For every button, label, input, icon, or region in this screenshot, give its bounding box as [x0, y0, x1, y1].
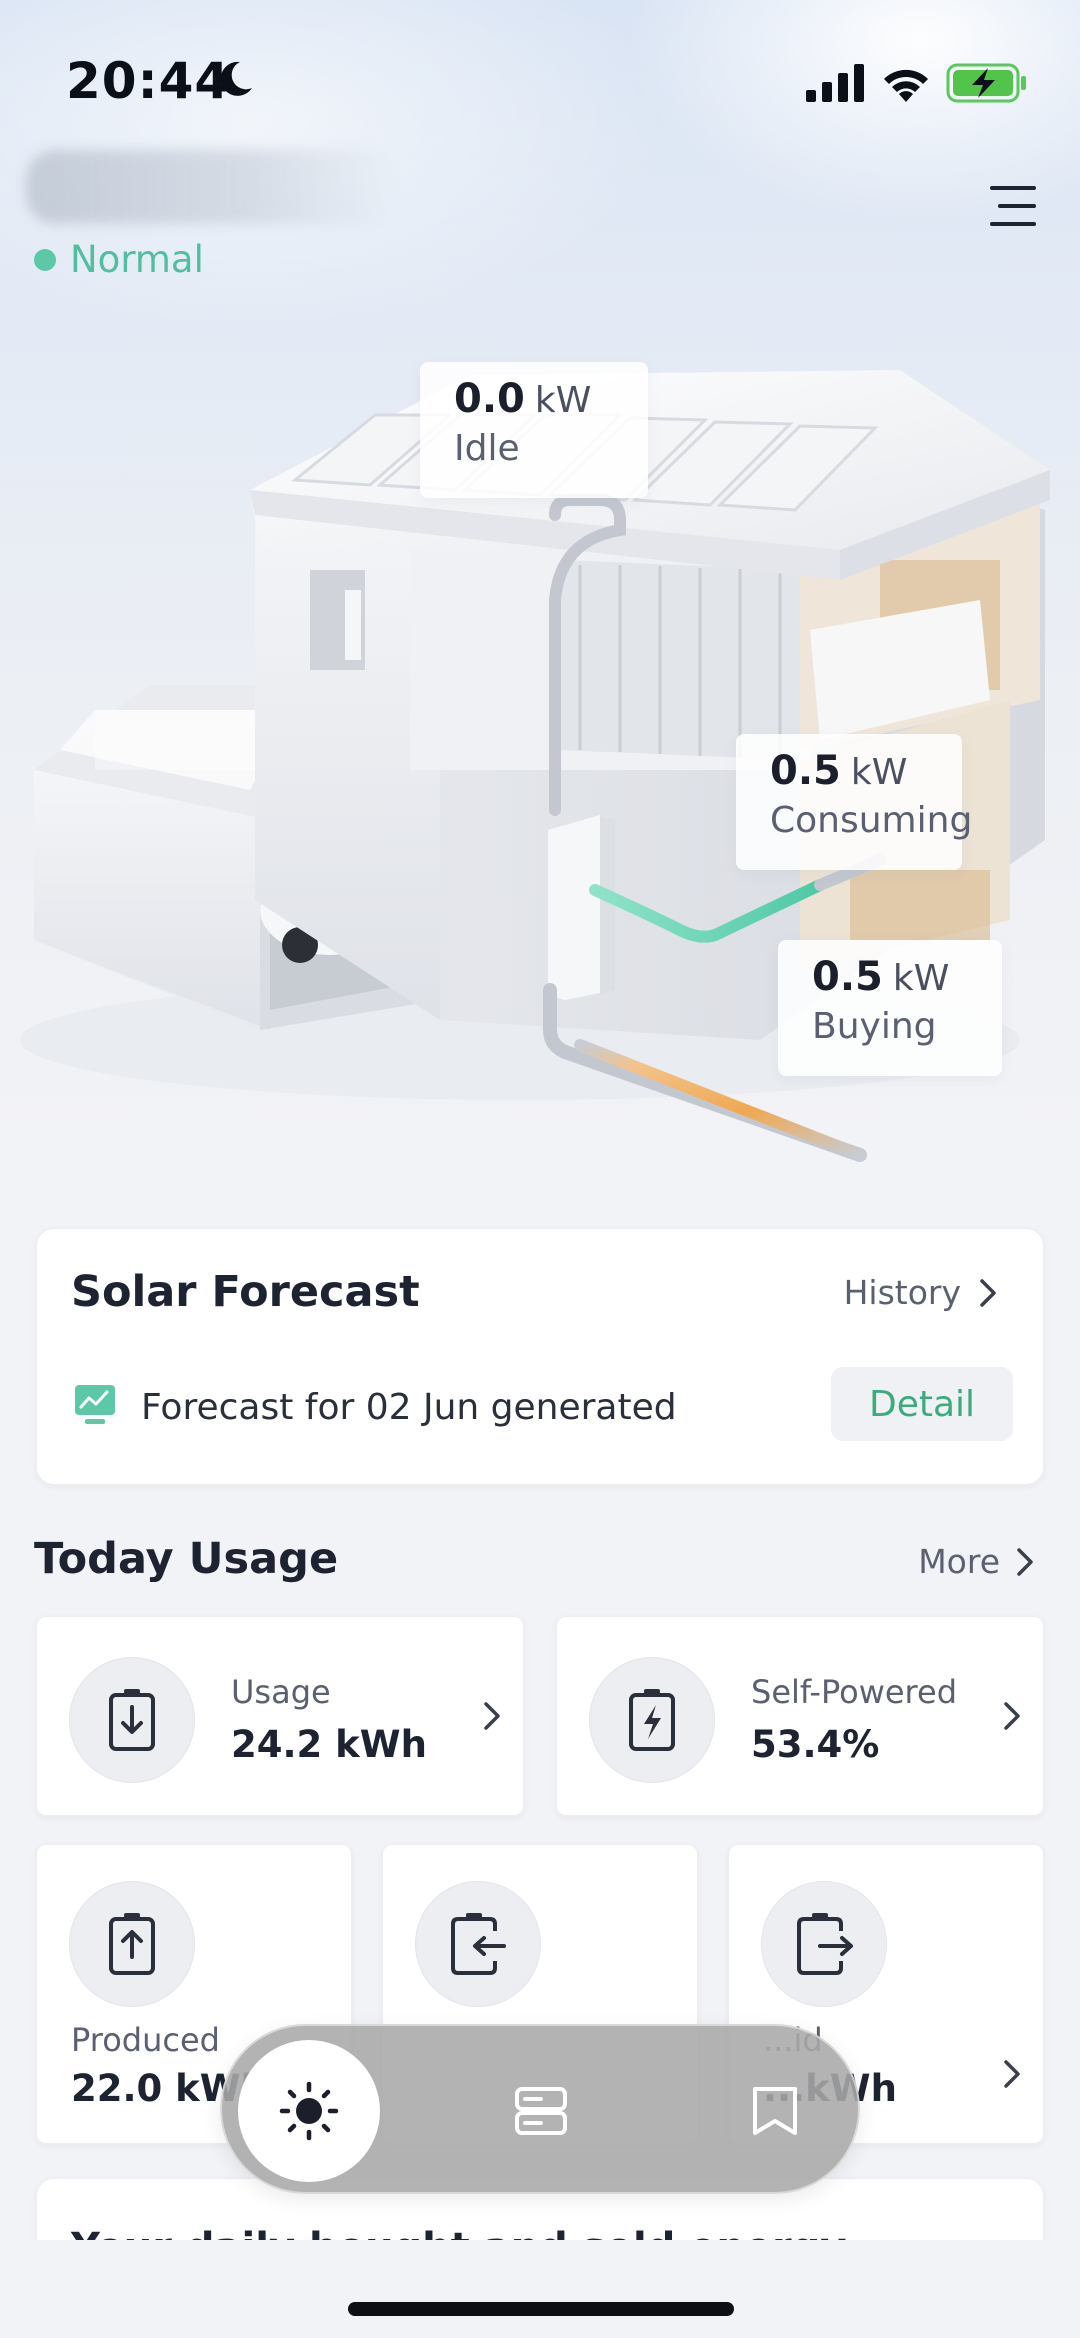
solar-state: Idle [454, 428, 520, 469]
moon-icon [220, 61, 252, 96]
history-link[interactable]: History [844, 1273, 997, 1312]
self-powered-card[interactable]: Self-Powered 53.4% [556, 1616, 1044, 1816]
detail-button[interactable]: Detail [831, 1367, 1013, 1441]
history-label: History [843, 1273, 961, 1312]
home-indicator[interactable] [348, 2302, 734, 2316]
battery-download-icon [69, 1657, 195, 1783]
home-power-unit: kW [850, 752, 908, 793]
bottom-safe-area [0, 2240, 1080, 2338]
grid-power-unit: kW [892, 958, 950, 999]
grid-state: Buying [812, 1006, 937, 1047]
today-usage-title: Today Usage [34, 1534, 339, 1584]
grid-power-value: 0.5 [812, 954, 883, 1000]
nav-guide[interactable] [728, 2064, 822, 2158]
battery-bolt-icon [589, 1657, 715, 1783]
chevron-right-icon [1004, 2060, 1020, 2088]
home-state: Consuming [770, 800, 973, 841]
nav-devices[interactable] [494, 2064, 588, 2158]
chevron-right-icon [484, 1702, 500, 1730]
status-text: Normal [70, 238, 204, 281]
solar-forecast-card: Solar Forecast History Forecast for 02 J… [36, 1228, 1044, 1485]
chevron-right-icon [980, 1278, 996, 1307]
solar-power-unit: kW [534, 380, 592, 421]
produced-label: Produced [71, 2021, 220, 2059]
chevron-right-icon [1004, 1702, 1020, 1730]
usage-card[interactable]: Usage 24.2 kWh [36, 1616, 524, 1816]
grid-flow-label[interactable]: 0.5 kW Buying [778, 940, 1002, 1076]
signal-icon [806, 64, 864, 102]
solar-flow-label[interactable]: 0.0 kW Idle [420, 362, 648, 498]
bottom-navigation [220, 2024, 860, 2194]
site-name-blurred[interactable] [26, 150, 396, 224]
battery-charging-icon [946, 63, 1026, 103]
battery-upload-icon [69, 1881, 195, 2007]
devices-icon [515, 2087, 567, 2135]
battery-import-icon [415, 1881, 541, 2007]
chevron-right-icon [1017, 1547, 1033, 1576]
system-status: Normal [34, 238, 204, 281]
nav-home-sun[interactable] [238, 2040, 380, 2182]
solar-power-value: 0.0 [454, 376, 525, 422]
more-link[interactable]: More [918, 1542, 1034, 1581]
more-label: More [918, 1542, 1000, 1581]
status-time: 20:44 [66, 52, 231, 110]
sun-icon [279, 2081, 339, 2141]
home-flow-label[interactable]: 0.5 kW Consuming [736, 734, 973, 870]
battery-export-icon [761, 1881, 887, 2007]
status-bar: 20:44 [0, 0, 1080, 170]
solar-forecast-title: Solar Forecast [71, 1267, 420, 1317]
self-powered-value: 53.4% [751, 1723, 880, 1766]
status-dot [34, 248, 56, 271]
book-icon [753, 2087, 797, 2135]
forecast-message: Forecast for 02 Jun generated [141, 1387, 677, 1428]
self-powered-label: Self-Powered [751, 1673, 957, 1711]
usage-label: Usage [231, 1673, 331, 1711]
wifi-icon [884, 69, 928, 102]
hamburger-menu-icon[interactable] [986, 184, 1044, 228]
usage-value: 24.2 kWh [231, 1723, 427, 1766]
home-power-value: 0.5 [770, 748, 841, 794]
chart-monitor-icon [75, 1385, 115, 1424]
